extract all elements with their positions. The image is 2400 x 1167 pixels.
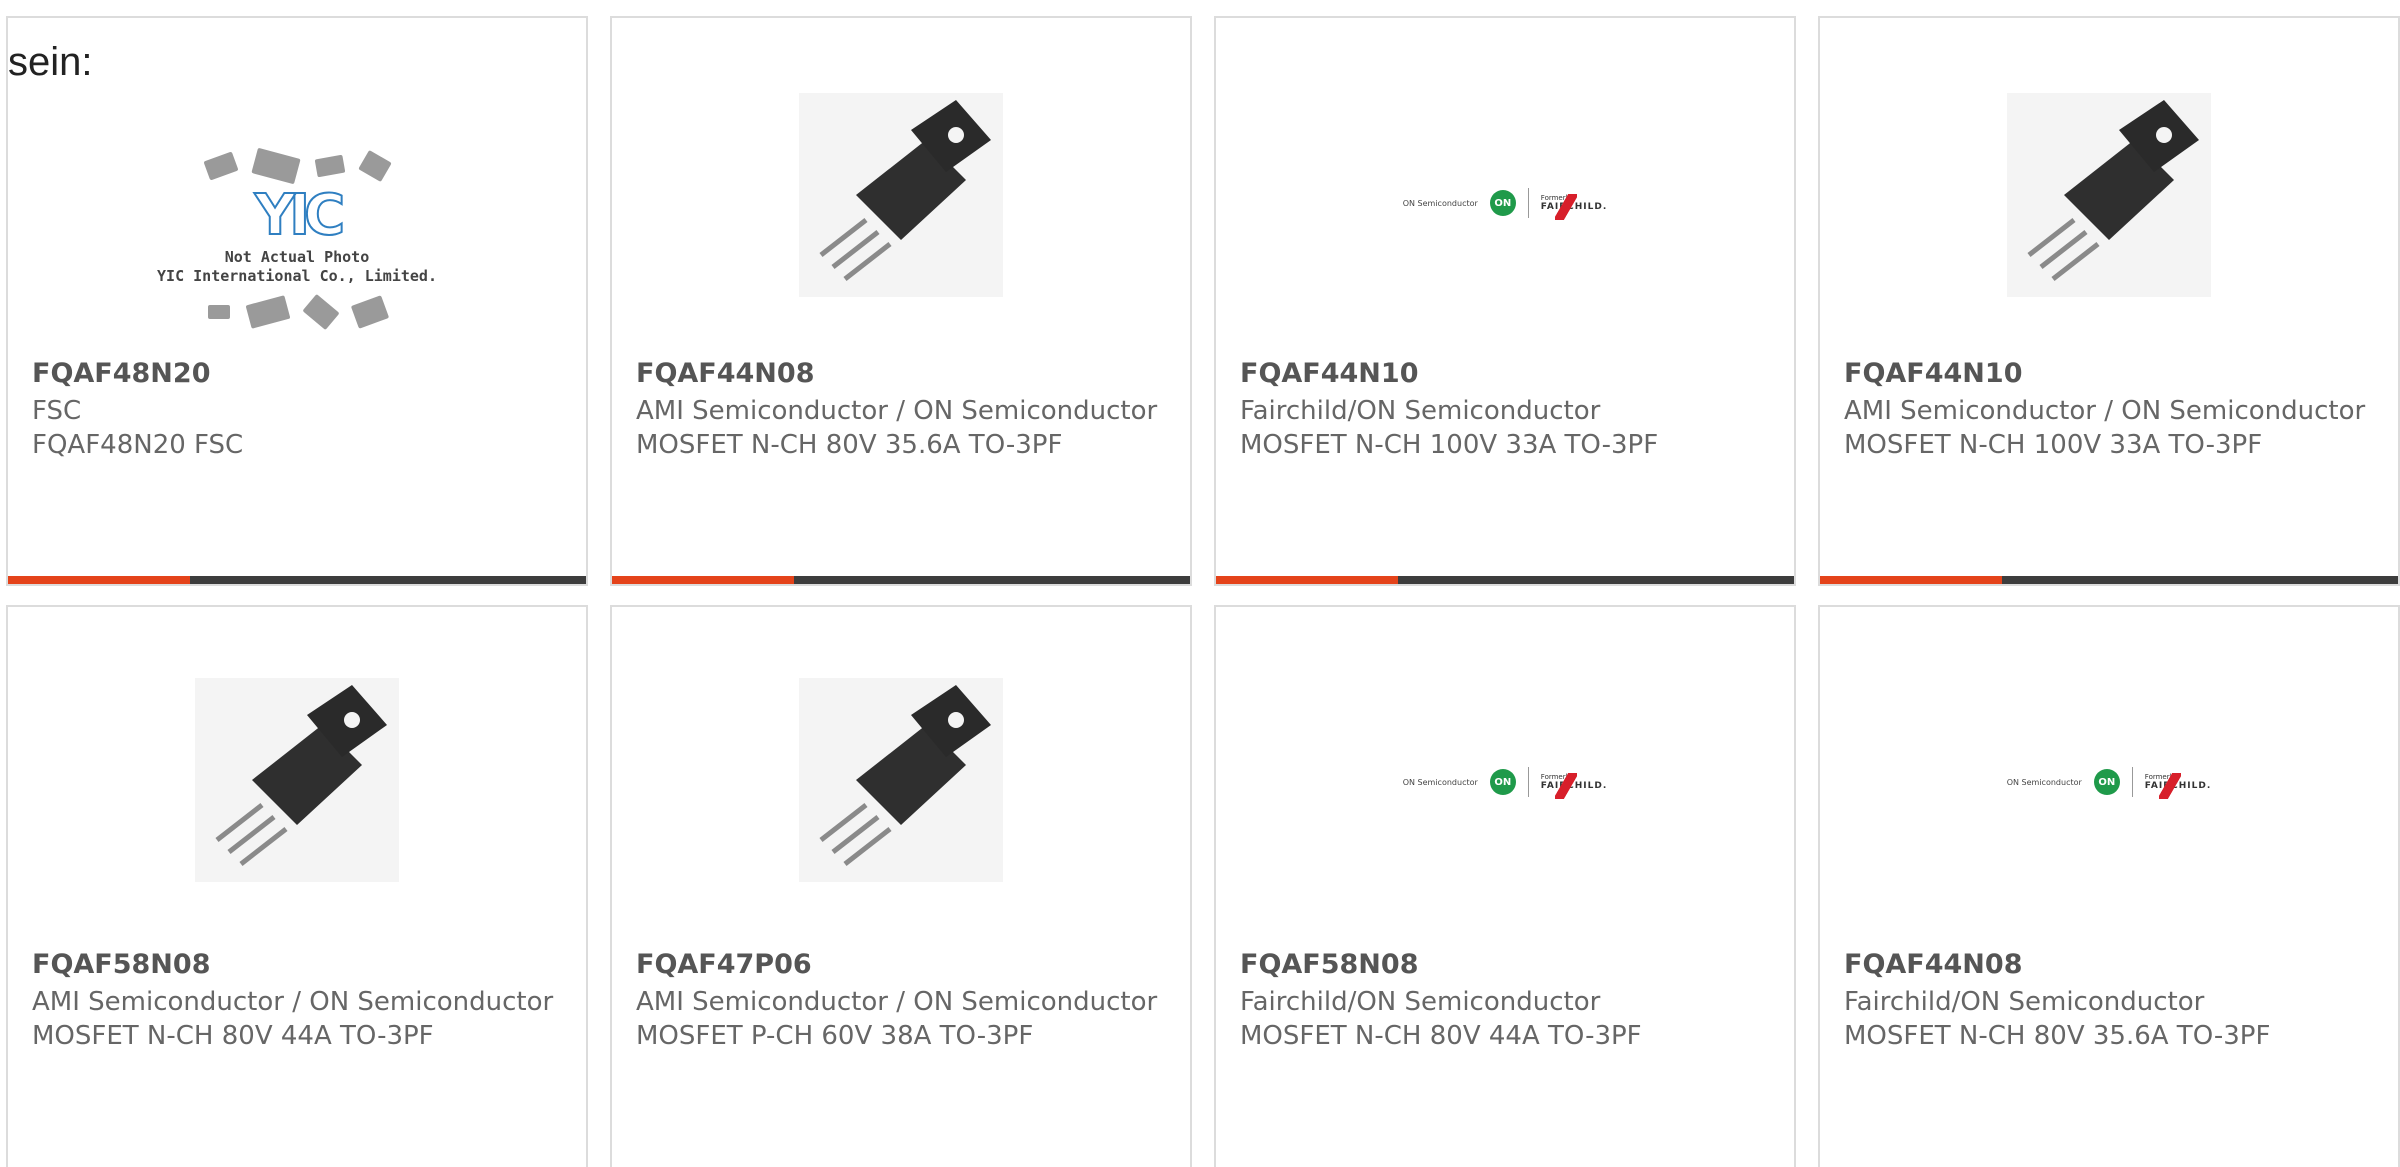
fairchild-logo: Formerly FAIRCHILD.	[2145, 773, 2211, 799]
part-number[interactable]: FQAF44N10	[1240, 358, 1418, 389]
card-bar	[1820, 576, 2398, 584]
description: MOSFET P-CH 60V 38A TO-3PF	[636, 1021, 1034, 1051]
on-fairchild-logo: ON Semiconductor ON Formerly FAIRCHILD.	[1402, 767, 1608, 799]
transistor-icon	[819, 100, 991, 281]
product-card[interactable]: FQAF58N08 AMI Semiconductor / ON Semicon…	[6, 605, 588, 1167]
manufacturer: AMI Semiconductor / ON Semiconductor	[32, 987, 554, 1017]
product-grid-page: sein: YIC Not Actual Photo YIC Internati…	[0, 0, 2400, 1167]
manufacturer: FSC	[32, 396, 82, 426]
not-actual-photo-label: Not Actual Photo	[224, 247, 370, 266]
on-fairchild-logo: ON Semiconductor ON Formerly FAIRCHILD.	[2006, 767, 2212, 799]
part-number[interactable]: FQAF44N10	[1844, 358, 2022, 389]
on-fairchild-logo: ON Semiconductor ON Formerly FAIRCHILD.	[1402, 188, 1608, 220]
yic-logo: YIC	[254, 182, 347, 249]
intro-text: sein:	[8, 40, 93, 84]
description: MOSFET N-CH 80V 35.6A TO-3PF	[636, 430, 1063, 460]
product-card[interactable]: FQAF44N08 AMI Semiconductor / ON Semicon…	[610, 16, 1192, 586]
description: MOSFET N-CH 80V 35.6A TO-3PF	[1844, 1021, 2271, 1051]
transistor-photo	[799, 93, 1003, 297]
part-number[interactable]: FQAF44N08	[1844, 949, 2022, 980]
part-number[interactable]: FQAF44N08	[636, 358, 814, 389]
transistor-icon	[215, 685, 387, 866]
fairchild-logo: Formerly FAIRCHILD.	[1541, 194, 1607, 220]
fairchild-logo: Formerly FAIRCHILD.	[1541, 773, 1607, 799]
on-logo-icon: ON	[2093, 769, 2120, 795]
chip-icons	[208, 293, 390, 330]
manufacturer: Fairchild/ON Semiconductor	[1844, 987, 2205, 1017]
product-image	[612, 90, 1190, 300]
card-bar	[8, 576, 586, 584]
yic-company-label: YIC International Co., Limited.	[157, 266, 437, 285]
product-info: Fairchild/ON Semiconductor MOSFET N-CH 1…	[1240, 394, 1770, 462]
product-card[interactable]: ON Semiconductor ON Formerly FAIRCHILD. …	[1214, 605, 1796, 1167]
card-bar	[612, 576, 1190, 584]
product-image: ON Semiconductor ON Formerly FAIRCHILD.	[1216, 747, 1794, 817]
part-number[interactable]: FQAF58N08	[32, 949, 210, 980]
product-info: AMI Semiconductor / ON Semiconductor MOS…	[636, 394, 1166, 462]
transistor-icon	[2027, 100, 2199, 281]
on-logo-icon: ON	[1489, 769, 1516, 795]
on-logo-icon: ON	[1489, 190, 1516, 216]
manufacturer: Fairchild/ON Semiconductor	[1240, 396, 1601, 426]
description: MOSFET N-CH 80V 44A TO-3PF	[32, 1021, 434, 1051]
card-bar	[1216, 576, 1794, 584]
description: MOSFET N-CH 80V 44A TO-3PF	[1240, 1021, 1642, 1051]
not-actual-photo-placeholder: YIC Not Actual Photo YIC International C…	[157, 147, 437, 330]
manufacturer: AMI Semiconductor / ON Semiconductor	[636, 396, 1158, 426]
product-image: ON Semiconductor ON Formerly FAIRCHILD.	[1820, 747, 2398, 817]
product-card[interactable]: FQAF47P06 AMI Semiconductor / ON Semicon…	[610, 605, 1192, 1167]
chip-icons	[203, 147, 392, 184]
product-image	[8, 675, 586, 885]
product-info: AMI Semiconductor / ON Semiconductor MOS…	[1844, 394, 2374, 462]
product-image	[1820, 90, 2398, 300]
transistor-icon	[819, 685, 991, 866]
product-card[interactable]: FQAF44N10 AMI Semiconductor / ON Semicon…	[1818, 16, 2400, 586]
part-number[interactable]: FQAF47P06	[636, 949, 812, 980]
transistor-photo	[195, 678, 399, 882]
part-number[interactable]: FQAF48N20	[32, 358, 210, 389]
description: MOSFET N-CH 100V 33A TO-3PF	[1240, 430, 1659, 460]
product-info: Fairchild/ON Semiconductor MOSFET N-CH 8…	[1240, 985, 1770, 1053]
manufacturer: Fairchild/ON Semiconductor	[1240, 987, 1601, 1017]
transistor-photo	[799, 678, 1003, 882]
part-number[interactable]: FQAF58N08	[1240, 949, 1418, 980]
product-image: YIC Not Actual Photo YIC International C…	[8, 108, 586, 368]
manufacturer: AMI Semiconductor / ON Semiconductor	[1844, 396, 2366, 426]
product-card[interactable]: ON Semiconductor ON Formerly FAIRCHILD. …	[1818, 605, 2400, 1167]
product-image	[612, 675, 1190, 885]
product-image: ON Semiconductor ON Formerly FAIRCHILD.	[1216, 168, 1794, 238]
product-info: AMI Semiconductor / ON Semiconductor MOS…	[636, 985, 1166, 1053]
description: FQAF48N20 FSC	[32, 430, 244, 460]
on-semiconductor-label: ON Semiconductor	[1402, 198, 1478, 208]
manufacturer: AMI Semiconductor / ON Semiconductor	[636, 987, 1158, 1017]
product-card[interactable]: YIC Not Actual Photo YIC International C…	[6, 16, 588, 586]
transistor-photo	[2007, 93, 2211, 297]
product-card[interactable]: ON Semiconductor ON Formerly FAIRCHILD. …	[1214, 16, 1796, 586]
product-info: AMI Semiconductor / ON Semiconductor MOS…	[32, 985, 562, 1053]
on-semiconductor-label: ON Semiconductor	[1402, 777, 1478, 787]
product-info: Fairchild/ON Semiconductor MOSFET N-CH 8…	[1844, 985, 2374, 1053]
description: MOSFET N-CH 100V 33A TO-3PF	[1844, 430, 2263, 460]
on-semiconductor-label: ON Semiconductor	[2006, 777, 2082, 787]
product-info: FSC FQAF48N20 FSC	[32, 394, 562, 462]
